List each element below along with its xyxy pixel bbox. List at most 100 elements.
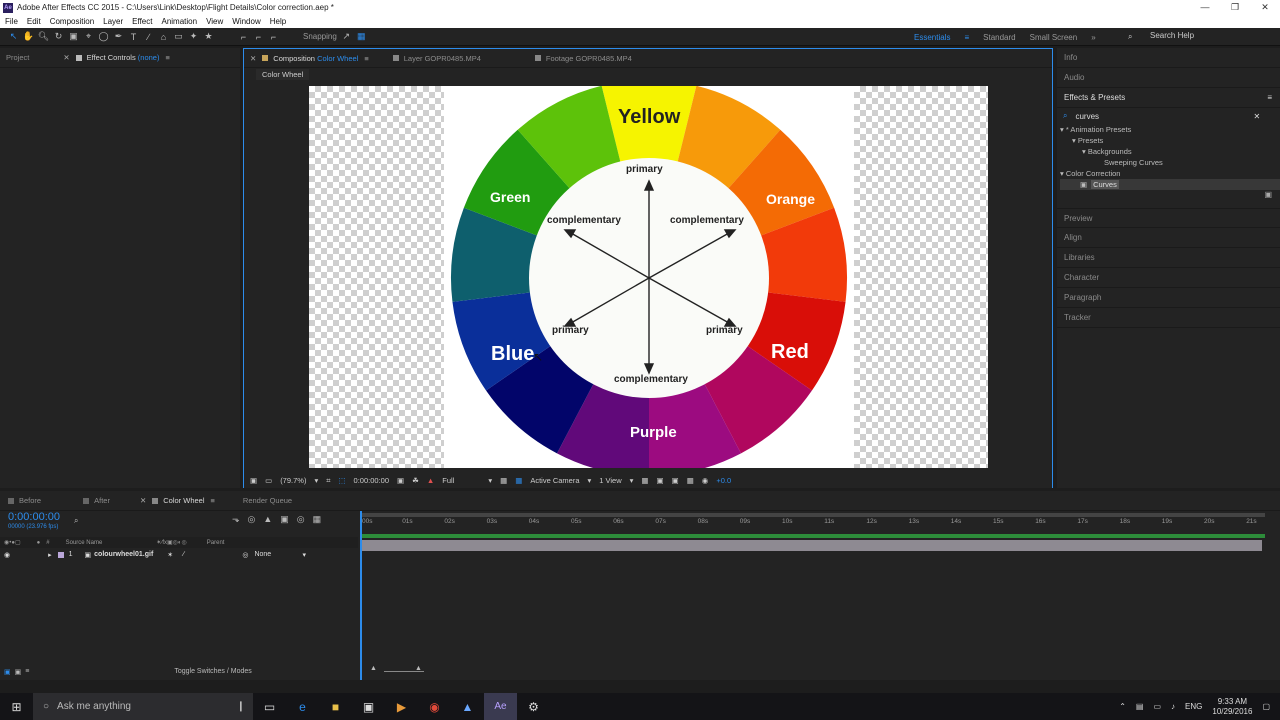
layer-row[interactable]: ◉ ▸ 1 ▣ colourwheel01.gif ✶ ∕ ◎ None ▾ <box>0 549 358 560</box>
view-layout-select[interactable]: 1 View <box>599 476 621 485</box>
menu-window[interactable]: Window <box>232 17 260 26</box>
menu-layer[interactable]: Layer <box>103 17 123 26</box>
expand-layer-icon[interactable]: ▸ <box>48 551 52 559</box>
dropdown-icon[interactable]: ▾ <box>302 551 306 559</box>
tree-presets[interactable]: ▾ Presets <box>1060 135 1280 146</box>
show-snapshot-icon[interactable]: ☘ <box>412 476 419 485</box>
puppet-pin-tool-icon[interactable]: ★ <box>203 31 214 42</box>
visibility-eye-icon[interactable]: ◉ <box>4 551 10 559</box>
tab-before[interactable]: Before <box>8 496 41 505</box>
color-channel-icon[interactable]: ▲ <box>427 476 434 485</box>
panel-preview[interactable]: Preview <box>1057 208 1280 228</box>
panel-audio[interactable]: Audio <box>1057 68 1280 88</box>
zoom-slider[interactable]: ▲ ▲ <box>360 665 1265 678</box>
volume-icon[interactable]: ♪ <box>1171 702 1175 711</box>
shy-switch-icon[interactable]: ✶ <box>167 551 173 559</box>
close-tab-icon[interactable]: ✕ <box>250 54 256 63</box>
hand-tool-icon[interactable]: ✋ <box>23 31 34 42</box>
clock[interactable]: 9:33 AM 10/29/2016 <box>1212 697 1252 717</box>
media-player-icon[interactable]: ▶ <box>385 693 418 720</box>
tab-effect-controls[interactable]: ✕ Effect Controls (none) ≡ <box>63 53 170 62</box>
quality-switch-icon[interactable]: ∕ <box>183 551 184 558</box>
layer-name[interactable]: colourwheel01.gif <box>94 551 153 558</box>
exposure-value[interactable]: +0.0 <box>716 476 731 485</box>
menu-view[interactable]: View <box>206 17 223 26</box>
zoom-tool-icon[interactable]: 🔍︎ <box>38 31 49 42</box>
tab-layer[interactable]: Layer GOPR0485.MP4 <box>392 54 481 63</box>
menu-effect[interactable]: Effect <box>132 17 152 26</box>
pen-tool-icon[interactable]: ✒ <box>113 31 124 42</box>
roto-brush-tool-icon[interactable]: ✦ <box>188 31 199 42</box>
transfer-controls-icon[interactable]: ▣ <box>15 668 22 676</box>
maximize-button[interactable]: ❐ <box>1220 2 1250 13</box>
camera-tool-icon[interactable]: ▣ <box>68 31 79 42</box>
menu-composition[interactable]: Composition <box>50 17 94 26</box>
chrome-icon[interactable]: ◉ <box>418 693 451 720</box>
tree-backgrounds[interactable]: ▾ Backgrounds <box>1060 146 1280 157</box>
brush-tool-icon[interactable]: ∕ <box>143 31 154 42</box>
edge-browser-icon[interactable]: e <box>286 693 319 720</box>
workspace-standard[interactable]: Standard <box>983 33 1015 42</box>
pixel-aspect-icon[interactable]: ▣ <box>657 476 664 485</box>
notifications-icon[interactable]: ▢ <box>1262 702 1270 711</box>
clear-search-icon[interactable]: ✕ <box>1253 112 1260 121</box>
layer-duration-bar[interactable] <box>360 540 1262 551</box>
panel-paragraph[interactable]: Paragraph <box>1057 288 1280 308</box>
rotate-tool-icon[interactable]: ↻ <box>53 31 64 42</box>
parent-pickwhip-icon[interactable]: ◎ <box>242 551 248 559</box>
exposure-icon[interactable]: ◉ <box>702 476 709 485</box>
playhead[interactable] <box>360 511 362 680</box>
menu-animation[interactable]: Animation <box>161 17 197 26</box>
composition-viewer[interactable]: Yellow Orange Red Purple Blue Green prim… <box>309 86 988 468</box>
battery-icon[interactable]: ▭ <box>1153 702 1161 711</box>
local-axis-icon[interactable]: ⌐ <box>253 31 264 42</box>
panel-menu-icon[interactable]: ≡ <box>364 54 368 63</box>
language-indicator[interactable]: ENG <box>1185 702 1202 711</box>
pan-behind-tool-icon[interactable]: ⌖ <box>83 31 94 42</box>
comp-breadcrumb[interactable]: Color Wheel <box>256 69 310 80</box>
tree-sweeping-curves[interactable]: Sweeping Curves <box>1060 157 1280 168</box>
layer-switches-icon[interactable]: ▣ <box>4 668 11 676</box>
graph-editor-icon[interactable]: ≡ <box>25 668 29 675</box>
grid-icon[interactable]: ▦ <box>641 476 648 485</box>
panel-menu-icon[interactable]: ≡ <box>1267 93 1272 102</box>
selection-tool-icon[interactable]: ↖ <box>8 31 19 42</box>
microphone-icon[interactable]: ❙ <box>237 701 245 712</box>
close-tab-icon[interactable]: ✕ <box>140 496 146 505</box>
minimize-button[interactable]: — <box>1190 2 1220 13</box>
timeline-switch-icons[interactable]: ⬎◎▲▣◎▦ <box>232 514 329 525</box>
task-view-icon[interactable]: ▭ <box>253 693 286 720</box>
layer-color-label[interactable] <box>57 551 64 558</box>
dropdown-icon[interactable]: ▾ <box>588 476 592 485</box>
panel-align[interactable]: Align <box>1057 228 1280 248</box>
start-button-icon[interactable]: ⊞ <box>0 693 33 720</box>
dropdown-icon[interactable]: ▾ <box>314 476 318 485</box>
workspace-small-screen[interactable]: Small Screen <box>1030 33 1078 42</box>
timeline-icon[interactable]: ▦ <box>687 476 694 485</box>
search-help-field[interactable]: Search Help <box>1150 31 1194 40</box>
menu-edit[interactable]: Edit <box>27 17 41 26</box>
zoom-in-icon[interactable]: ▲ <box>415 665 422 672</box>
monitor-icon[interactable]: ▭ <box>265 476 272 485</box>
cortana-search-box[interactable]: ○ Ask me anything ❙ <box>33 693 253 720</box>
align-axis-icon[interactable]: ⌐ <box>238 31 249 42</box>
snap-options-icon[interactable]: ▦ <box>356 31 367 42</box>
panel-tracker[interactable]: Tracker <box>1057 308 1280 328</box>
zoom-level[interactable]: (79.7%) <box>280 476 306 485</box>
dropdown-icon[interactable]: ▾ <box>488 476 492 485</box>
workspace-menu-icon[interactable]: ≡ <box>964 33 969 42</box>
store-icon[interactable]: ▣ <box>352 693 385 720</box>
panel-libraries[interactable]: Libraries <box>1057 248 1280 268</box>
new-preset-icon[interactable]: ▣ <box>1057 190 1280 204</box>
transparency-grid-icon[interactable]: ▦ <box>515 476 522 485</box>
layer-search-icon[interactable]: ⌕ <box>74 516 78 526</box>
always-preview-icon[interactable]: ▣ <box>250 476 257 485</box>
after-effects-taskbar-icon[interactable]: Ae <box>484 693 517 720</box>
panel-character[interactable]: Character <box>1057 268 1280 288</box>
clone-stamp-tool-icon[interactable]: ⌂ <box>158 31 169 42</box>
effects-search-input[interactable]: curves <box>1075 112 1245 121</box>
parent-select[interactable]: None <box>254 551 302 558</box>
menu-help[interactable]: Help <box>270 17 286 26</box>
tab-composition[interactable]: ✕ Composition Color Wheel ≡ <box>250 54 369 63</box>
snapping-checkbox-icon[interactable]: ↗ <box>341 31 352 42</box>
